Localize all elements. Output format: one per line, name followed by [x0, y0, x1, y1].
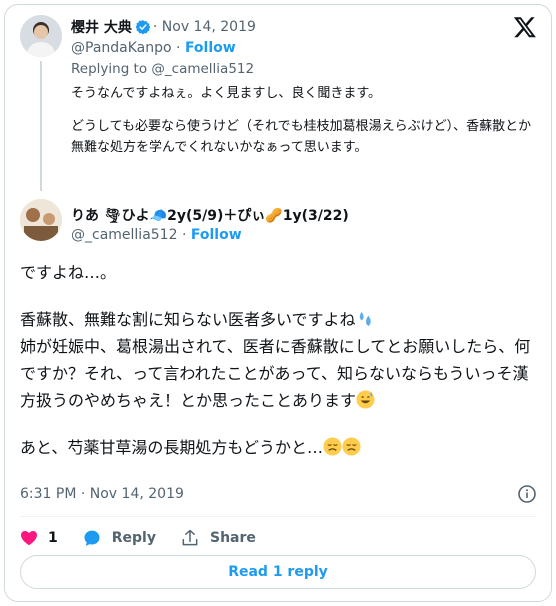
separator-dot: ·: [181, 227, 187, 243]
replying-to[interactable]: Replying to @_camellia512: [71, 61, 254, 77]
like-count: 1: [48, 530, 58, 546]
divider: [20, 516, 536, 517]
share-icon: [182, 529, 198, 546]
sweat-droplets-emoji: [356, 309, 375, 328]
parent-handle[interactable]: @PandaKanpo: [71, 40, 172, 56]
parent-name-row: 櫻井 大典 · Nov 14, 2019: [71, 17, 256, 37]
reply-label: Reply: [111, 530, 156, 546]
reply-text-line: あと、芍薬甘草湯の長期処方もどうかと…: [20, 438, 324, 457]
parent-handle-row: @PandaKanpo · Follow: [71, 40, 236, 56]
reply-handle-row: @_camellia512 · Follow: [71, 227, 242, 243]
share-label: Share: [209, 530, 256, 546]
parent-follow-button[interactable]: Follow: [185, 40, 236, 56]
like-button[interactable]: 1: [20, 529, 58, 547]
reply-bubble-icon: [84, 530, 100, 546]
disappointed-face-emoji: [342, 437, 361, 456]
reply-text-line: 香蘇散、無難な割に知らない医者多いですよね: [20, 310, 356, 329]
reply-tweet-text: ですよね…。 香蘇散、無難な割に知らない医者多いですよね姉が妊娠中、葛根湯出され…: [20, 259, 540, 481]
read-replies-button[interactable]: Read 1 reply: [20, 555, 536, 589]
info-icon[interactable]: [517, 484, 537, 504]
heart-icon: [21, 530, 37, 546]
thread-line: [40, 61, 42, 191]
grinning-sweat-emoji: [356, 390, 375, 409]
reply-name-row: りあ 🌪ひよ🧢2y(5/9)＋ぴぃ🥜1y(3/22): [71, 205, 349, 225]
reply-avatar[interactable]: [20, 199, 62, 241]
disappointed-face-emoji: [323, 437, 342, 456]
parent-tweet-text: そうなんですよねぇ。よく見ますし、良く聞きます。 どうしても必要なら使うけど（そ…: [71, 83, 533, 170]
reply-text-body: 姉が妊娠中、葛根湯出されて、医者に香蘇散にしてとお願いしたら、何ですか？それ、っ…: [20, 337, 531, 410]
parent-text-paragraph-1: そうなんですよねぇ。よく見ますし、良く聞きます。: [71, 86, 382, 101]
reply-handle[interactable]: @_camellia512: [71, 227, 178, 243]
parent-display-name[interactable]: 櫻井 大典: [71, 17, 132, 37]
reply-text-paragraph-3: あと、芍薬甘草湯の長期処方もどうかと…: [20, 434, 540, 461]
reply-text-paragraph-2: 香蘇散、無難な割に知らない医者多いですよね姉が妊娠中、葛根湯出されて、医者に香蘇…: [20, 306, 540, 414]
parent-date[interactable]: · Nov 14, 2019: [153, 19, 256, 35]
action-bar: 1 Reply Share: [20, 523, 280, 553]
share-button[interactable]: Share: [180, 528, 256, 548]
verified-badge-icon: [135, 20, 151, 35]
reply-timestamp[interactable]: 6:31 PM · Nov 14, 2019: [20, 486, 184, 502]
x-logo-icon[interactable]: [513, 15, 537, 39]
separator-dot: ·: [176, 40, 181, 56]
reply-follow-button[interactable]: Follow: [191, 227, 242, 243]
parent-text-paragraph-2: どうしても必要なら使うけど（それでも桂枝加葛根湯えらぶけど）、香蘇散とか無難な処…: [71, 119, 532, 155]
reply-button[interactable]: Reply: [82, 528, 156, 548]
reply-text-paragraph-1: ですよね…。: [20, 263, 117, 282]
reply-display-name[interactable]: りあ 🌪ひよ🧢2y(5/9)＋ぴぃ🥜1y(3/22): [71, 205, 349, 225]
tweet-card: 櫻井 大典 · Nov 14, 2019 @PandaKanpo · Follo…: [4, 4, 552, 602]
parent-avatar[interactable]: [20, 15, 62, 57]
